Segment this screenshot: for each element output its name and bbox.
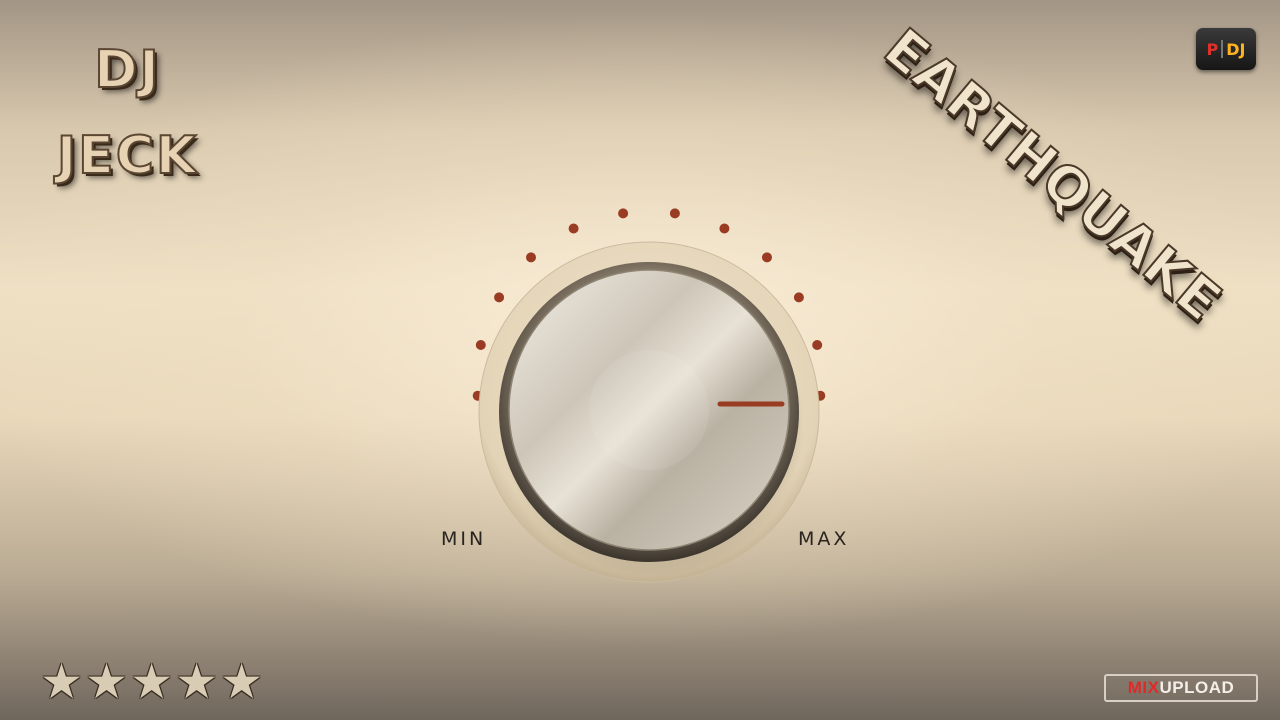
- volume-dial: [472, 208, 826, 583]
- star-rating[interactable]: ★ ★ ★ ★ ★: [40, 656, 263, 708]
- star-icon[interactable]: ★: [85, 656, 128, 708]
- dial-tick: [475, 340, 486, 350]
- dial-tick: [618, 208, 629, 219]
- pdj-badge-divider: [1221, 40, 1224, 58]
- dial-tick: [812, 340, 823, 350]
- knob-center-sheen: [589, 350, 709, 470]
- dial-tick: [526, 252, 536, 263]
- dial-tick: [669, 208, 680, 219]
- logo-mix: MIX: [1127, 678, 1160, 697]
- artist-line-1: DJ: [93, 39, 161, 101]
- star-icon[interactable]: ★: [130, 656, 173, 708]
- max-label: MAX: [798, 528, 850, 550]
- min-label: MIN: [441, 528, 487, 550]
- pdj-badge-dj: DJ: [1226, 39, 1246, 59]
- mixupload-logo[interactable]: MIX UPLOAD: [1104, 674, 1258, 702]
- star-icon[interactable]: ★: [175, 656, 218, 708]
- pdj-badge-p: P: [1206, 39, 1219, 59]
- dial-tick: [793, 292, 804, 303]
- pdj-badge[interactable]: P DJ: [1196, 28, 1256, 70]
- dial-tick: [762, 252, 772, 263]
- dial-tick: [494, 292, 505, 303]
- dial-tick: [568, 223, 579, 234]
- artist-line-2: JECK: [56, 125, 199, 187]
- logo-upload: UPLOAD: [1159, 678, 1235, 697]
- track-title: EARTHQUAKE: [871, 15, 1234, 334]
- star-icon[interactable]: ★: [40, 656, 83, 708]
- dial-tick: [719, 223, 730, 234]
- star-icon[interactable]: ★: [220, 656, 263, 708]
